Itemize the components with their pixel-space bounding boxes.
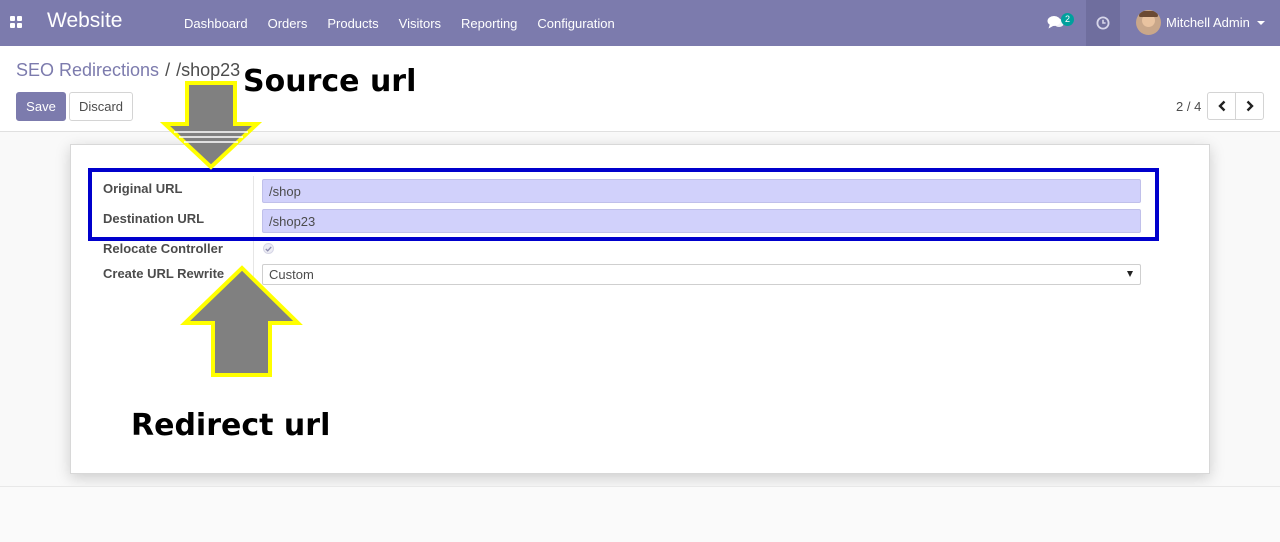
menu-item-configuration[interactable]: Configuration bbox=[537, 16, 614, 31]
breadcrumb-current: /shop23 bbox=[176, 60, 241, 80]
page-footer-band bbox=[0, 486, 1280, 542]
apps-grid-icon[interactable] bbox=[10, 16, 22, 28]
menu-item-products[interactable]: Products bbox=[327, 16, 378, 31]
create-url-rewrite-select[interactable]: Custom bbox=[262, 264, 1141, 285]
chat-button[interactable]: 2 bbox=[1047, 13, 1074, 33]
source-url-annotation: Source url bbox=[243, 64, 417, 99]
relocate-controller-label: Relocate Controller bbox=[103, 241, 223, 256]
user-name: Mitchell Admin bbox=[1166, 15, 1250, 30]
chevron-right-icon bbox=[1246, 100, 1254, 112]
check-icon bbox=[265, 246, 272, 252]
relocate-controller-checkbox[interactable] bbox=[263, 243, 274, 254]
menu-item-reporting[interactable]: Reporting bbox=[461, 16, 517, 31]
discard-button[interactable]: Discard bbox=[69, 92, 133, 121]
app-brand[interactable]: Website bbox=[47, 9, 122, 33]
menu-item-dashboard[interactable]: Dashboard bbox=[184, 16, 248, 31]
breadcrumb-parent[interactable]: SEO Redirections bbox=[16, 60, 159, 81]
top-navbar: Website Dashboard Orders Products Visito… bbox=[0, 0, 1280, 46]
menu-item-visitors[interactable]: Visitors bbox=[399, 16, 441, 31]
user-menu[interactable]: Mitchell Admin bbox=[1136, 10, 1265, 35]
redirect-url-annotation: Redirect url bbox=[131, 408, 331, 443]
chat-count-badge: 2 bbox=[1061, 13, 1074, 26]
pager-previous-button[interactable] bbox=[1207, 92, 1236, 120]
save-button[interactable]: Save bbox=[16, 92, 66, 121]
arrow-up-icon bbox=[180, 265, 303, 377]
main-menu: Dashboard Orders Products Visitors Repor… bbox=[184, 0, 635, 46]
avatar bbox=[1136, 10, 1161, 35]
chevron-left-icon bbox=[1217, 100, 1225, 112]
pager-next-button[interactable] bbox=[1235, 92, 1264, 120]
breadcrumb-separator: / bbox=[165, 60, 171, 80]
pager-value[interactable]: 2 / 4 bbox=[1176, 99, 1201, 114]
activity-button[interactable] bbox=[1086, 0, 1120, 46]
breadcrumb: SEO Redirections / /shop23 bbox=[16, 60, 240, 81]
caret-down-icon bbox=[1127, 271, 1133, 277]
menu-item-orders[interactable]: Orders bbox=[268, 16, 308, 31]
highlight-box bbox=[88, 168, 1159, 241]
caret-down-icon bbox=[1256, 20, 1265, 25]
clock-icon bbox=[1096, 16, 1110, 30]
